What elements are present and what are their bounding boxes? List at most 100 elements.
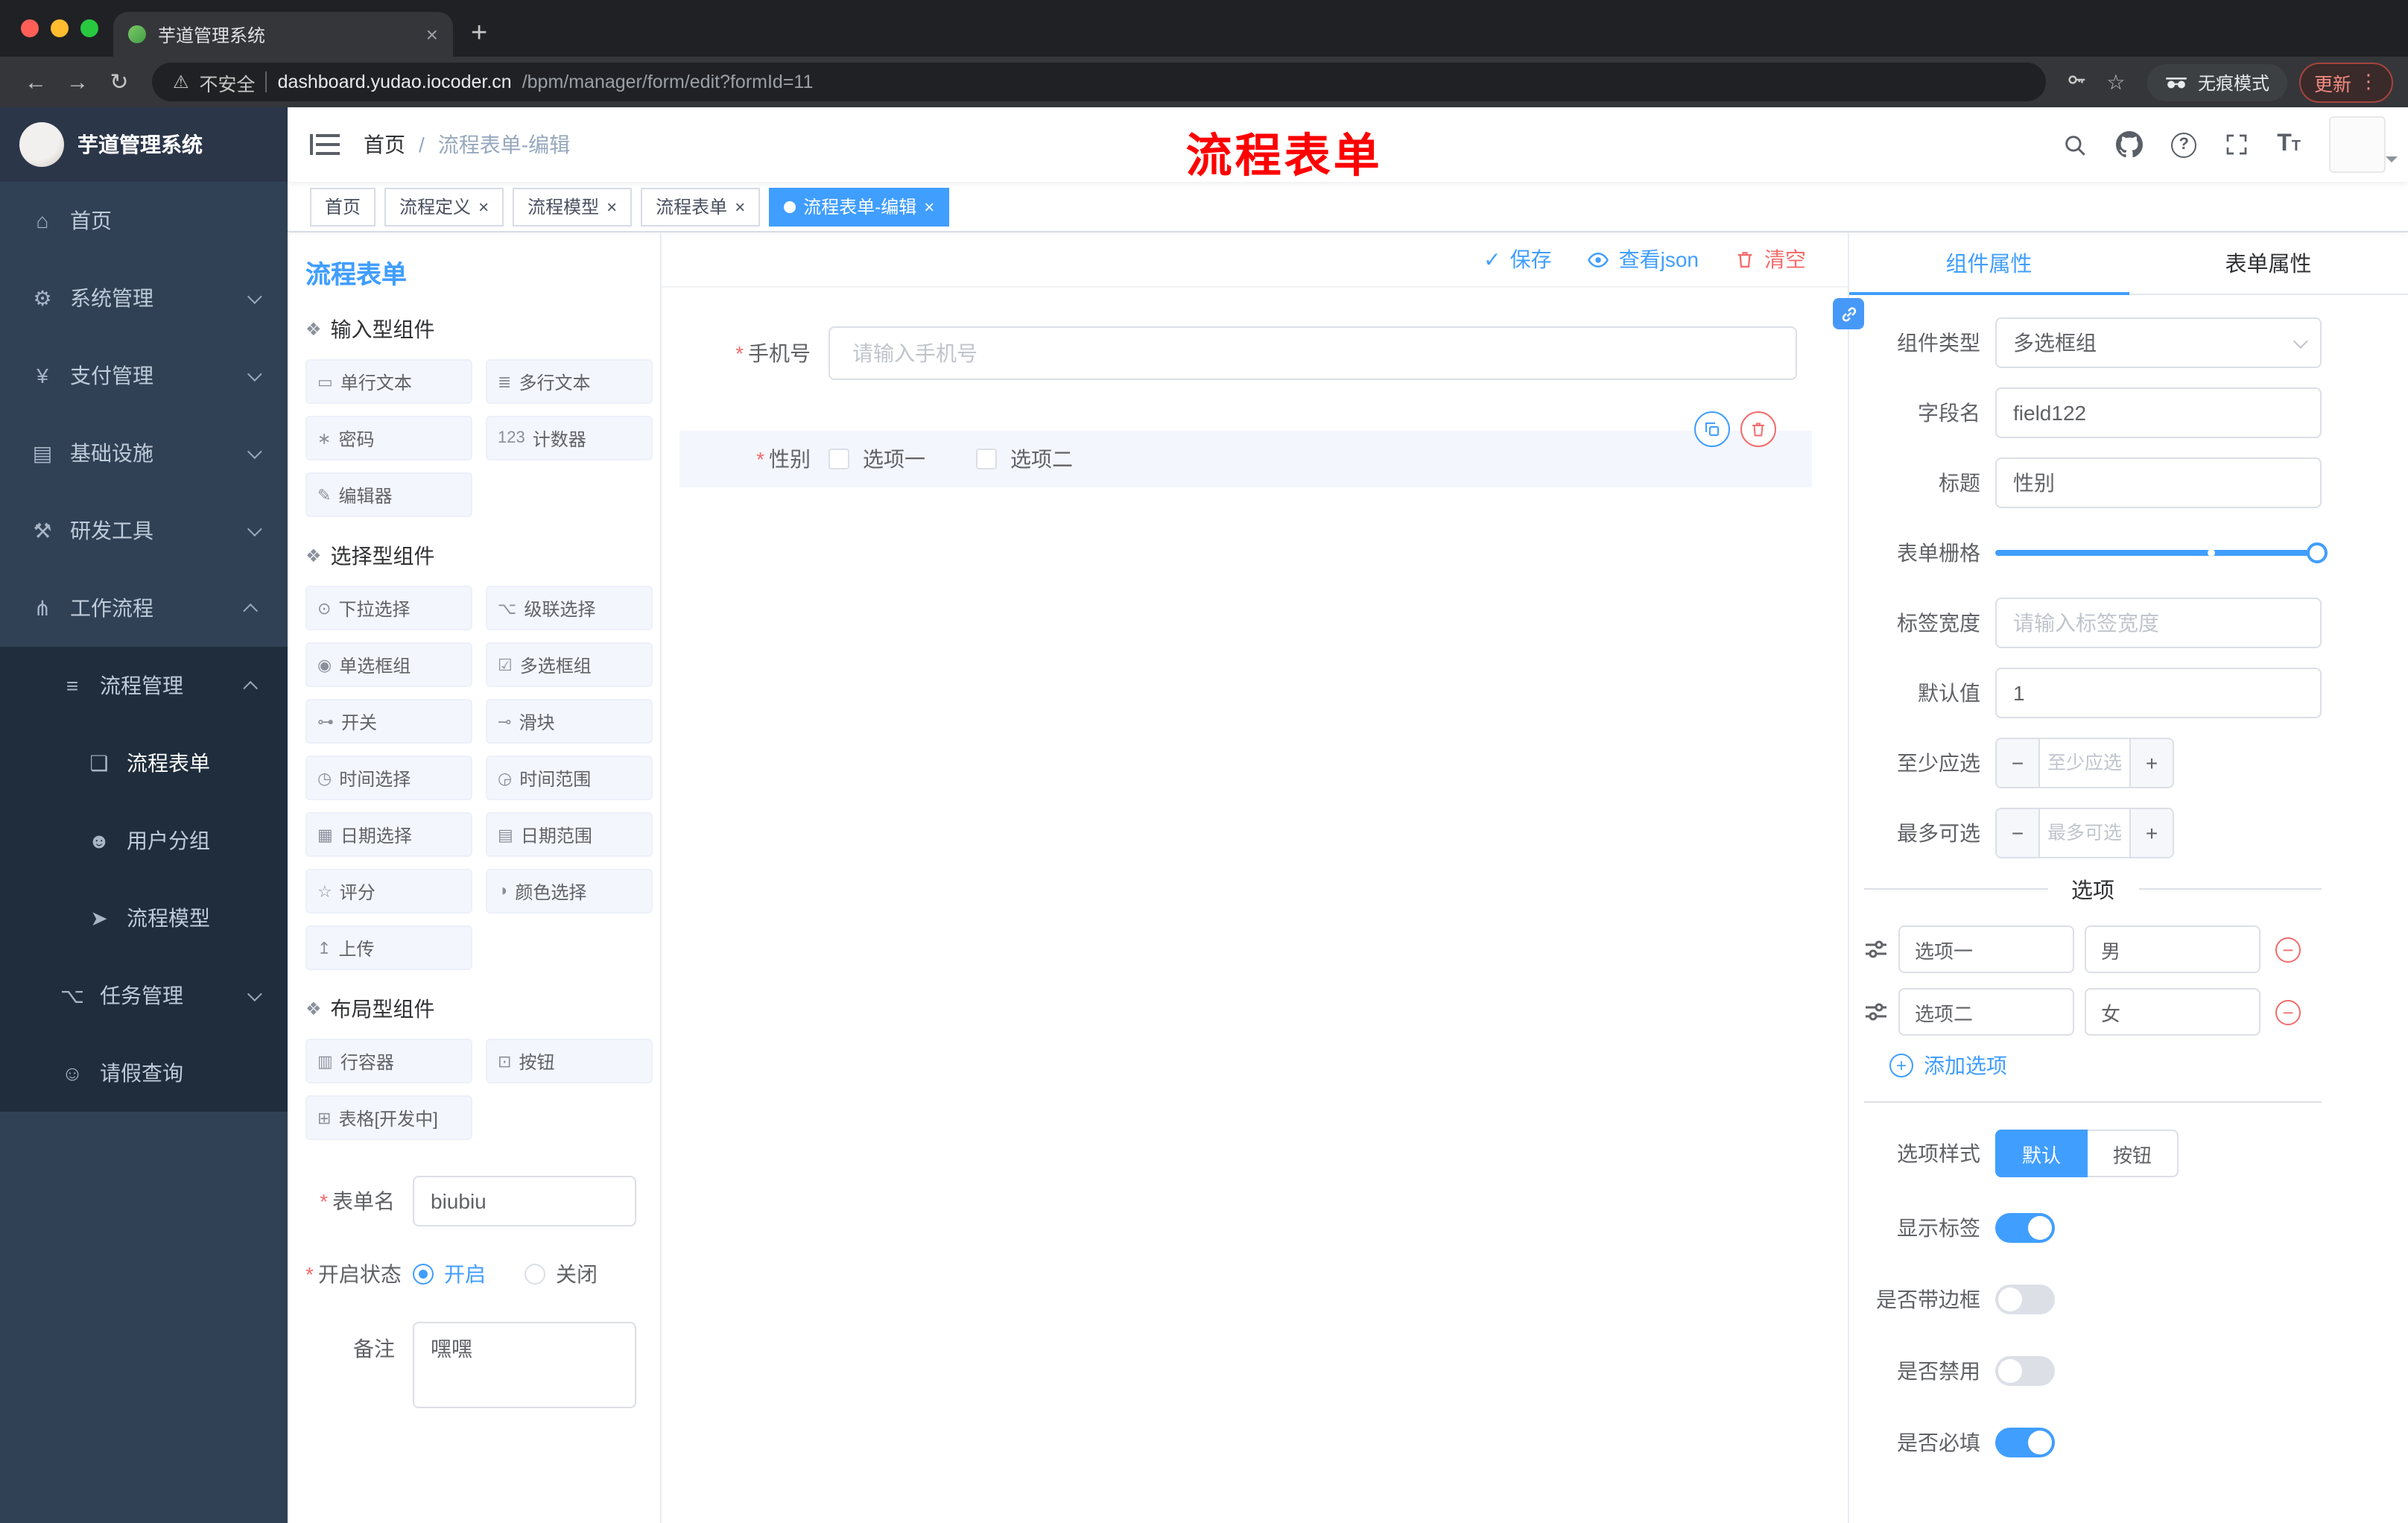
form-canvas[interactable]: *手机号 *性别 选项一 选项二 [662, 288, 1848, 1523]
plus-button[interactable]: + [2129, 739, 2173, 787]
component-chip[interactable]: ▤ 日期范围 [486, 812, 653, 857]
form-remark-textarea[interactable]: 嘿嘿 [413, 1322, 636, 1408]
label-width-input[interactable] [1995, 598, 2322, 648]
sidebar-item[interactable]: ➤ 流程模型 [0, 879, 288, 957]
window-minimize-button[interactable] [51, 19, 69, 37]
gender-option-2[interactable]: 选项二 [976, 444, 1073, 474]
copy-field-button[interactable] [1694, 411, 1730, 447]
help-icon[interactable]: ? [2171, 132, 2197, 157]
tag-view[interactable]: 流程模型 × [513, 187, 633, 226]
field-phone[interactable]: * 手机号 [679, 326, 1812, 380]
component-chip[interactable]: ▥ 行容器 [305, 1039, 472, 1083]
component-chip[interactable]: ⊸ 滑块 [486, 699, 653, 744]
min-select-input[interactable] [2040, 739, 2129, 787]
save-button[interactable]: ✓ 保存 [1483, 244, 1551, 274]
style-default-button[interactable]: 默认 [1995, 1130, 2088, 1177]
toggle-switch[interactable] [1995, 1212, 2055, 1242]
tag-view[interactable]: 流程定义 × [384, 187, 504, 226]
update-button[interactable]: 更新 ⋮ [2298, 62, 2393, 102]
browser-menu-icon[interactable]: ⋮ [2359, 70, 2378, 94]
status-radio-on[interactable]: 开启 [413, 1259, 486, 1289]
toggle-switch[interactable] [1995, 1355, 2055, 1385]
sidebar-item[interactable]: ☺ 请假查询 [0, 1034, 288, 1112]
grid-slider[interactable] [1995, 528, 2328, 578]
remove-option-icon[interactable]: − [2275, 937, 2301, 962]
font-size-icon[interactable]: TT [2277, 131, 2301, 158]
component-chip[interactable]: ∗ 密码 [305, 416, 472, 460]
tag-close-icon[interactable]: × [924, 196, 934, 217]
option-value-input[interactable] [2085, 988, 2260, 1036]
checkbox-icon[interactable] [828, 449, 849, 469]
title-input[interactable] [1995, 457, 2322, 508]
delete-field-button[interactable] [1740, 411, 1776, 447]
back-button[interactable]: ← [15, 69, 57, 95]
sidebar-item[interactable]: ⌥ 任务管理 [0, 957, 288, 1034]
password-key-icon[interactable] [2058, 69, 2097, 95]
status-radio-off[interactable]: 关闭 [525, 1259, 598, 1289]
reload-button[interactable]: ↻ [98, 69, 140, 95]
tag-close-icon[interactable]: × [606, 196, 617, 217]
component-chip[interactable]: ◶ 时间范围 [486, 756, 653, 800]
tag-view[interactable]: 流程表单 × [641, 187, 761, 226]
tab-component-props[interactable]: 组件属性 [1849, 232, 2129, 295]
style-button-button[interactable]: 按钮 [2088, 1130, 2179, 1177]
component-chip[interactable]: ⊶ 开关 [305, 699, 472, 744]
component-chip[interactable]: ⊞ 表格[开发中] [305, 1095, 472, 1140]
search-icon[interactable] [2062, 132, 2088, 157]
component-chip[interactable]: ⌥ 级联选择 [486, 586, 653, 630]
hamburger-icon[interactable] [310, 133, 340, 156]
sidebar-item[interactable]: ❏ 流程表单 [0, 724, 288, 802]
add-option-button[interactable]: + 添加选项 [1889, 1051, 2322, 1080]
tag-close-icon[interactable]: × [478, 196, 489, 217]
component-chip[interactable]: ◉ 单选框组 [305, 642, 472, 687]
toggle-switch[interactable] [1995, 1427, 2055, 1457]
component-chip[interactable]: ↥ 上传 [305, 925, 472, 970]
max-select-input[interactable] [2040, 809, 2129, 857]
tag-close-icon[interactable]: × [735, 196, 745, 217]
tab-close-icon[interactable]: × [426, 22, 438, 46]
sidebar-item[interactable]: ⚒ 研发工具 [0, 492, 288, 569]
component-chip[interactable]: ▭ 单行文本 [305, 359, 472, 404]
component-chip[interactable]: 123 计数器 [486, 416, 653, 460]
remove-option-icon[interactable]: − [2275, 999, 2301, 1025]
tag-view[interactable]: 流程表单-编辑 × [769, 187, 950, 226]
github-icon[interactable] [2116, 131, 2144, 158]
address-bar[interactable]: ⚠ 不安全 dashboard.yudao.iocoder.cn/bpm/man… [152, 63, 2046, 101]
tab-form-props[interactable]: 表单属性 [2129, 232, 2408, 294]
checkbox-icon[interactable] [976, 449, 997, 469]
gender-option-1[interactable]: 选项一 [828, 444, 925, 474]
component-chip[interactable]: ☆ 评分 [305, 869, 472, 914]
breadcrumb-home[interactable]: 首页 [364, 130, 405, 159]
sidebar-item[interactable]: ≡ 流程管理 [0, 647, 288, 724]
component-chip[interactable]: ✎ 编辑器 [305, 472, 472, 517]
sidebar-item[interactable]: ¥ 支付管理 [0, 337, 288, 414]
component-chip[interactable]: ≣ 多行文本 [486, 359, 653, 404]
sidebar-item[interactable]: ⋔ 工作流程 [0, 569, 288, 647]
component-chip[interactable]: ⊡ 按钮 [486, 1039, 653, 1083]
window-zoom-button[interactable] [80, 19, 98, 37]
drag-handle-icon[interactable] [1864, 937, 1888, 961]
view-json-button[interactable]: 查看json [1588, 244, 1699, 274]
slider-handle[interactable] [2307, 542, 2328, 563]
component-chip[interactable]: ◑ 颜色选择 [486, 869, 653, 914]
forward-button[interactable]: → [57, 69, 98, 95]
avatar[interactable] [2329, 116, 2398, 173]
bookmark-star-icon[interactable]: ☆ [2097, 69, 2135, 95]
option-label-input[interactable] [1898, 925, 2074, 973]
sidebar-item[interactable]: ⚙ 系统管理 [0, 259, 288, 337]
component-chip[interactable]: ⊙ 下拉选择 [305, 586, 472, 630]
default-value-input[interactable] [1995, 668, 2322, 718]
component-chip[interactable]: ▦ 日期选择 [305, 812, 472, 857]
minus-button[interactable]: − [1997, 809, 2040, 857]
component-chip[interactable]: ☑ 多选框组 [486, 642, 653, 687]
field-name-input[interactable] [1995, 387, 2322, 438]
field-gender-selected[interactable]: * 性别 选项一 选项二 [679, 411, 1812, 487]
browser-tab[interactable]: 芋道管理系统 × [113, 12, 453, 57]
tag-view[interactable]: 首页 [310, 187, 376, 226]
form-name-input[interactable] [413, 1176, 636, 1226]
component-type-select[interactable]: 多选框组 [1995, 317, 2322, 368]
drag-handle-icon[interactable] [1864, 1000, 1888, 1024]
option-value-input[interactable] [2085, 925, 2260, 973]
phone-input[interactable] [828, 326, 1797, 380]
toggle-switch[interactable] [1995, 1284, 2055, 1314]
